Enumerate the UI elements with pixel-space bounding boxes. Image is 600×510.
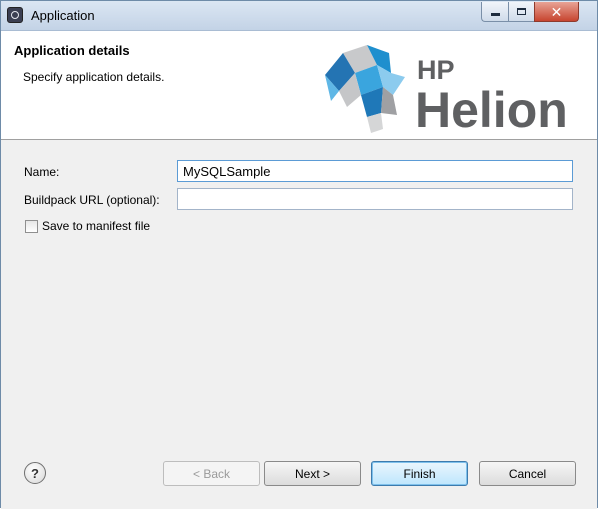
help-icon[interactable]: ?: [24, 462, 46, 484]
app-icon[interactable]: [7, 7, 23, 23]
page-description: Specify application details.: [23, 70, 165, 84]
wizard-footer: ? < Back Next > Finish Cancel: [1, 449, 597, 509]
save-to-manifest-checkbox[interactable]: [25, 220, 38, 233]
helion-mark-icon: [325, 45, 405, 133]
window-title: Application: [31, 8, 95, 23]
buildpack-url-input[interactable]: [177, 188, 573, 210]
title-bar[interactable]: Application ✕: [1, 1, 597, 31]
page-title: Application details: [14, 43, 130, 58]
application-dialog: Application ✕ Application details Specif…: [0, 0, 598, 509]
save-to-manifest-label[interactable]: Save to manifest file: [42, 219, 150, 233]
maximize-icon: [517, 8, 526, 15]
name-input[interactable]: [177, 160, 573, 182]
close-icon: ✕: [550, 3, 563, 20]
hp-helion-logo: HP Helion: [325, 45, 568, 133]
finish-button[interactable]: Finish: [371, 461, 468, 486]
wizard-header: Application details Specify application …: [1, 31, 597, 140]
minimize-button[interactable]: [481, 2, 508, 22]
next-button[interactable]: Next >: [264, 461, 361, 486]
buildpack-url-label: Buildpack URL (optional):: [24, 193, 160, 207]
maximize-button[interactable]: [508, 2, 534, 22]
form-area: Name: Buildpack URL (optional): Save to …: [1, 140, 597, 449]
logo-hp-text: HP: [417, 55, 455, 85]
cancel-button[interactable]: Cancel: [479, 461, 576, 486]
logo-helion-text: Helion: [415, 82, 568, 133]
minimize-icon: [490, 13, 500, 16]
close-button[interactable]: ✕: [534, 2, 579, 22]
back-button[interactable]: < Back: [163, 461, 260, 486]
name-label: Name:: [24, 165, 60, 179]
